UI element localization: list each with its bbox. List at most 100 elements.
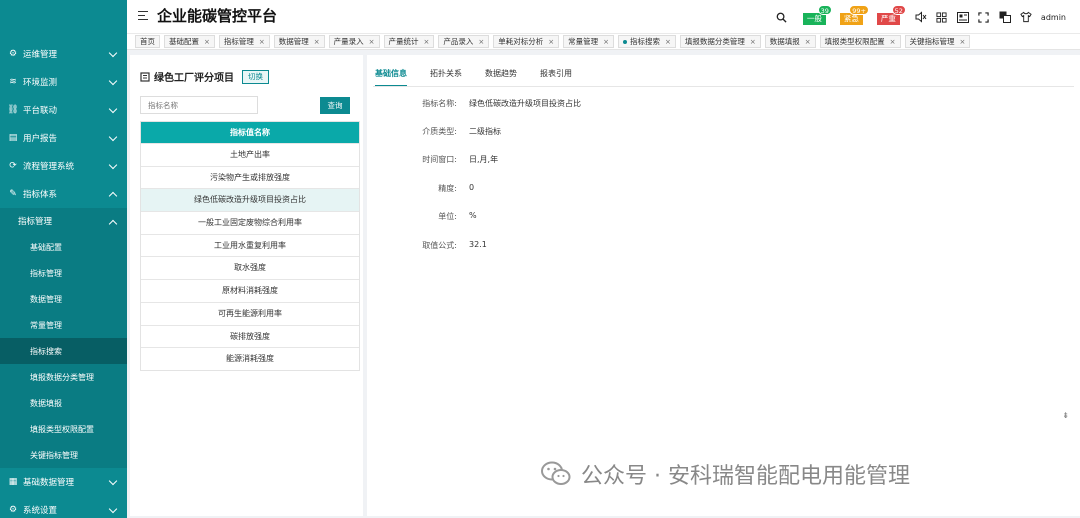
table-row[interactable]: 污染物产生或排放强度 xyxy=(141,165,359,189)
table-row[interactable]: 能源消耗强度 xyxy=(141,347,359,370)
sidebar-item[interactable]: ⚙ 运维管理 xyxy=(0,40,127,68)
sidebar-item-label: 流程管理系统 xyxy=(23,162,75,172)
page-tab[interactable]: 指标搜索 × xyxy=(618,35,676,48)
screen-icon[interactable] xyxy=(956,11,969,23)
sidebar-item[interactable]: ⟳ 流程管理系统 xyxy=(0,152,127,180)
table-row[interactable]: 碳排放强度 xyxy=(141,324,359,348)
page-tab[interactable]: 单耗对标分析 × xyxy=(493,35,560,48)
sidebar-item[interactable]: ✎ 指标体系 xyxy=(0,180,127,208)
page-tab-label: 单耗对标分析 xyxy=(498,37,544,46)
fullscreen-icon[interactable] xyxy=(978,11,990,23)
chevron-down-icon xyxy=(108,76,118,86)
sidebar-item-label: 运维管理 xyxy=(23,50,58,60)
page-tab[interactable]: 首页 xyxy=(135,35,160,48)
close-icon[interactable]: × xyxy=(369,38,375,46)
close-icon[interactable]: × xyxy=(960,38,966,46)
close-icon[interactable]: × xyxy=(259,38,265,46)
table-row[interactable]: 土地产出率 xyxy=(141,143,359,166)
sidebar-subitem[interactable]: 数据管理 xyxy=(0,286,127,312)
close-icon[interactable]: × xyxy=(750,38,756,46)
table-row[interactable]: 取水强度 xyxy=(141,256,359,279)
user-name[interactable]: admin xyxy=(1041,13,1066,22)
table-row[interactable]: 可再生能源利用率 xyxy=(141,301,359,325)
close-icon[interactable]: × xyxy=(314,38,320,46)
search-icon[interactable] xyxy=(776,11,788,23)
alarm-badge[interactable]: 一般 39 xyxy=(802,5,832,25)
field-label: 介质类型: xyxy=(422,127,457,136)
detail-tab[interactable]: 基础信息 xyxy=(375,68,407,87)
page-tab[interactable]: 数据管理 × xyxy=(273,35,325,48)
chevron-up-icon xyxy=(108,191,118,201)
menu-toggle-icon[interactable] xyxy=(138,11,148,20)
sidebar-subitem[interactable]: 指标管理 xyxy=(0,260,127,286)
sidebar-subitem[interactable]: 填报类型权限配置 xyxy=(0,416,127,442)
page-tab-label: 指标管理 xyxy=(223,37,254,46)
watermark-text: 公众号 · 安科瑞智能配电用能管理 xyxy=(581,464,910,489)
left-panel-title: 绿色工厂评分项目 切换 xyxy=(140,69,269,84)
page-tab[interactable]: 指标管理 × xyxy=(218,35,270,48)
sidebar-subitem[interactable]: 常量管理 xyxy=(0,312,127,338)
field-label: 单位: xyxy=(438,212,457,221)
alarm-badge[interactable]: 严重 52 xyxy=(876,5,906,25)
close-icon[interactable]: × xyxy=(478,38,484,46)
sidebar-item[interactable]: ▦ 基础数据管理 xyxy=(0,468,127,496)
page-tab[interactable]: 数据填报 × xyxy=(764,35,816,48)
page-tab[interactable]: 填报数据分类管理 × xyxy=(679,35,761,48)
detail-tab[interactable]: 报表引用 xyxy=(540,68,572,79)
page-tab[interactable]: 产品录入 × xyxy=(438,35,490,48)
sidebar-subitem[interactable]: 关键指标管理 xyxy=(0,442,127,468)
table-row[interactable]: 绿色低碳改造升级项目投资占比 xyxy=(141,188,359,212)
book-icon xyxy=(140,71,150,82)
sidebar: ⚙ 运维管理 ≋ 环境监测 ⛓ 平台联动 ▤ 用户报告 ⟳ 流程管理系统 ✎ 指标体系 指标管理 基础… xyxy=(0,0,127,518)
translate-icon[interactable] xyxy=(999,11,1011,23)
header-toolbar: 一般 39 紧急 99+ 严重 52 admin xyxy=(776,5,1066,25)
sidebar-subitem[interactable]: 填报数据分类管理 xyxy=(0,364,127,390)
chevron-down-icon xyxy=(108,48,118,58)
sidebar-subitem[interactable]: 数据填报 xyxy=(0,390,127,416)
field-value: 日,月,年 xyxy=(469,155,499,164)
page-tab[interactable]: 常量管理 × xyxy=(563,35,614,48)
close-icon[interactable]: × xyxy=(548,38,554,46)
alarm-badge[interactable]: 紧急 99+ xyxy=(839,5,869,25)
collapse-icon[interactable]: ⇟ xyxy=(1062,411,1069,420)
field-label: 精度: xyxy=(438,184,457,193)
mute-icon[interactable] xyxy=(915,11,927,23)
switch-button[interactable]: 切换 xyxy=(242,69,269,84)
edit-icon: ✎ xyxy=(9,189,17,199)
table-row[interactable]: 工业用水重复利用率 xyxy=(141,233,359,257)
page-tab[interactable]: 填报类型权限配置 × xyxy=(819,35,901,48)
search-button[interactable]: 查询 xyxy=(320,97,350,114)
alarm-badge-count: 99+ xyxy=(849,5,869,15)
sidebar-item[interactable]: ≋ 环境监测 xyxy=(0,68,127,96)
sidebar-item[interactable]: ▤ 用户报告 xyxy=(0,124,127,152)
close-icon[interactable]: × xyxy=(603,38,609,46)
main-content: 绿色工厂评分项目 切换 查询 指标值名称 土地产出率污染物产生或排放强度绿色低碳… xyxy=(127,51,1080,518)
detail-tab[interactable]: 拓扑关系 xyxy=(430,68,462,79)
sidebar-item[interactable]: ⚙ 系统设置 xyxy=(0,496,127,518)
page-tab[interactable]: 产量统计 × xyxy=(383,35,435,48)
detail-field: 时间窗口: 日,月,年 xyxy=(397,154,498,165)
detail-tabs: 基础信息 拓扑关系 数据趋势 报表引用 xyxy=(375,68,572,87)
right-panel: 基础信息 拓扑关系 数据趋势 报表引用 指标名称: 绿色低碳改造升级项目投资占比 介质类型… xyxy=(367,55,1080,516)
close-icon[interactable]: × xyxy=(805,38,811,46)
sidebar-item-label: 环境监测 xyxy=(23,78,58,88)
table-row[interactable]: 一般工业固定废物综合利用率 xyxy=(141,211,359,234)
sidebar-group-indicator-management[interactable]: 指标管理 xyxy=(0,208,127,234)
page-tab[interactable]: 产量录入 × xyxy=(328,35,380,48)
sidebar-item[interactable]: ⛓ 平台联动 xyxy=(0,96,127,124)
close-icon[interactable]: × xyxy=(890,38,896,46)
settings-icon: ⚙ xyxy=(8,505,18,515)
grid-icon[interactable] xyxy=(936,11,948,23)
close-icon[interactable]: × xyxy=(424,38,430,46)
sidebar-subitem[interactable]: 基础配置 xyxy=(0,234,127,260)
indicator-search-input[interactable] xyxy=(140,96,258,114)
table-row[interactable]: 原材料消耗强度 xyxy=(141,279,359,302)
sidebar-subitem[interactable]: 指标搜索 xyxy=(0,338,127,364)
shirt-icon[interactable] xyxy=(1020,11,1032,23)
sidebar-item-label: 指标体系 xyxy=(23,190,58,200)
page-tab[interactable]: 基础配置 × xyxy=(164,35,215,48)
page-tab[interactable]: 关键指标管理 × xyxy=(904,35,971,48)
close-icon[interactable]: × xyxy=(665,38,671,46)
detail-tab[interactable]: 数据趋势 xyxy=(485,68,517,79)
close-icon[interactable]: × xyxy=(204,38,210,46)
